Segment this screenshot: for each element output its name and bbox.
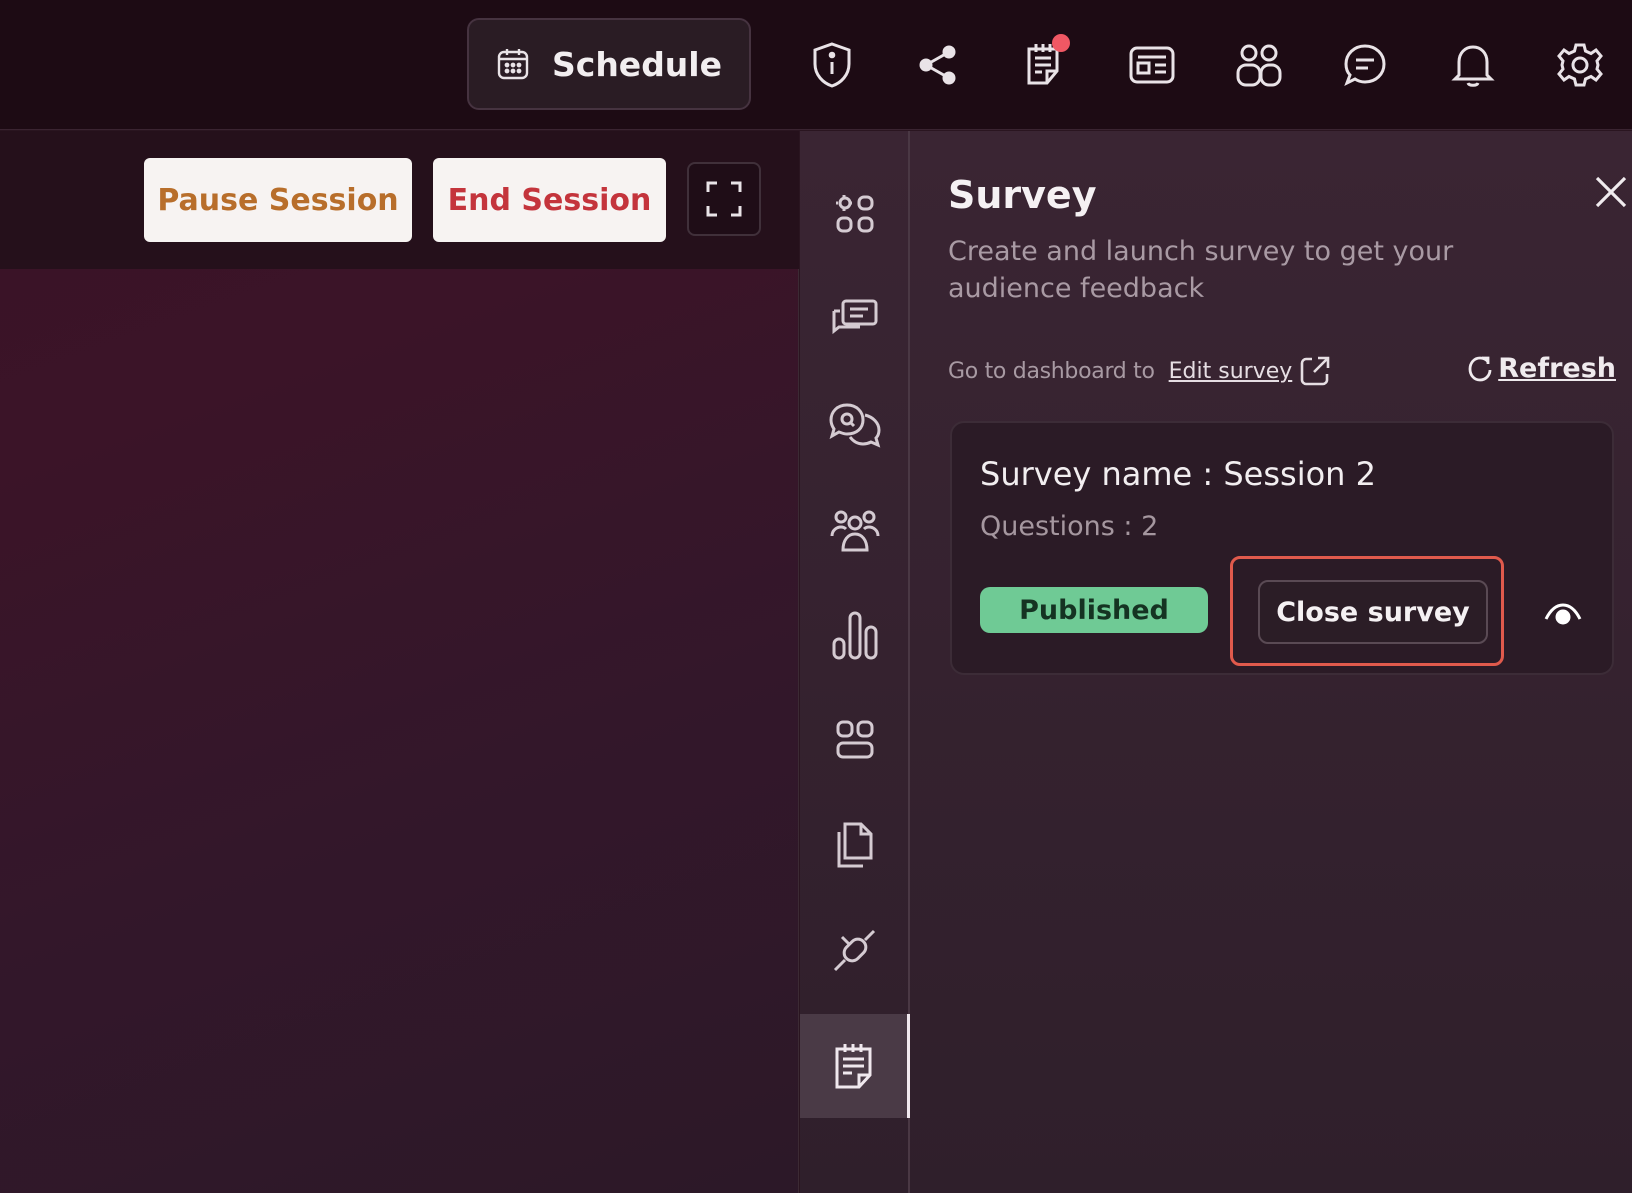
close-panel-button[interactable]	[1588, 169, 1632, 215]
refresh-button[interactable]: Refresh	[1466, 353, 1616, 384]
survey-icon	[832, 1041, 876, 1091]
panel-icon-rail	[800, 131, 910, 1193]
dashboard-text: Go to dashboard to	[948, 358, 1155, 384]
edit-survey-link[interactable]: Edit survey	[1169, 359, 1293, 384]
gear-icon[interactable]	[1553, 38, 1607, 92]
stage-area: Pause Session End Session	[0, 131, 799, 1193]
rail-plugin-item[interactable]	[800, 898, 910, 1002]
rail-poll-item[interactable]	[800, 583, 910, 687]
panel-title: Survey	[948, 173, 1097, 217]
bell-icon[interactable]	[1446, 38, 1500, 92]
rail-layout-item[interactable]	[800, 688, 910, 792]
top-bar: Schedule	[0, 0, 1632, 130]
refresh-icon	[1466, 354, 1494, 384]
close-survey-button[interactable]: Close survey	[1258, 580, 1488, 644]
session-controls: Pause Session End Session	[0, 131, 799, 269]
refresh-label: Refresh	[1498, 353, 1616, 384]
survey-card: Survey name : Session 2 Questions : 2 Pu…	[950, 421, 1614, 675]
rail-group-item[interactable]	[800, 478, 910, 582]
group-icon	[829, 506, 881, 554]
survey-questions-count: Questions : 2	[980, 511, 1159, 542]
close-survey-label: Close survey	[1276, 596, 1470, 628]
rail-qa-item[interactable]	[800, 373, 910, 477]
notification-dot	[1052, 34, 1070, 52]
calendar-icon	[496, 47, 530, 81]
survey-side-panel: Survey Create and launch survey to get y…	[800, 131, 1632, 1193]
end-session-button[interactable]: End Session	[433, 158, 666, 242]
rail-presentation-chat-item[interactable]	[800, 267, 910, 371]
fullscreen-icon	[704, 179, 744, 219]
rail-files-item[interactable]	[800, 793, 910, 897]
pause-session-label: Pause Session	[157, 182, 399, 218]
panel-description: Create and launch survey to get your aud…	[948, 236, 1454, 304]
survey-name: Survey name : Session 2	[980, 455, 1376, 493]
presentation-chat-icon	[830, 297, 880, 341]
eye-icon[interactable]	[1538, 589, 1588, 639]
fullscreen-button[interactable]	[687, 162, 761, 236]
schedule-button[interactable]: Schedule	[467, 18, 751, 110]
people-icon[interactable]	[1232, 38, 1286, 92]
news-icon[interactable]	[1125, 38, 1179, 92]
plugin-icon	[830, 925, 880, 975]
rail-survey-item[interactable]	[800, 1014, 910, 1118]
poll-chart-icon	[829, 609, 881, 661]
chat-icon[interactable]	[1338, 38, 1392, 92]
schedule-label: Schedule	[551, 44, 722, 84]
status-badge: Published	[980, 587, 1208, 633]
dashboard-row: Go to dashboard to Edit survey Refresh	[948, 349, 1616, 393]
share-icon[interactable]	[911, 38, 965, 92]
apps-icon	[833, 192, 877, 236]
pause-session-button[interactable]: Pause Session	[144, 158, 412, 242]
qa-icon	[827, 401, 883, 449]
notes-icon[interactable]	[1018, 34, 1072, 92]
end-session-label: End Session	[447, 182, 652, 218]
layout-icon	[833, 718, 877, 762]
shield-info-icon[interactable]	[805, 38, 859, 92]
close-icon	[1593, 174, 1629, 210]
files-icon	[833, 820, 877, 870]
rail-apps-item[interactable]	[800, 162, 910, 266]
external-link-icon[interactable]	[1298, 354, 1332, 388]
